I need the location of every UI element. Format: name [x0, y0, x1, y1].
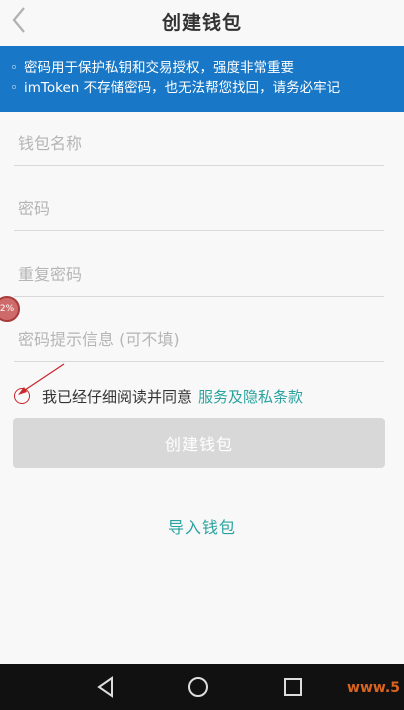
chevron-left-icon — [12, 7, 25, 33]
notice-line: ◦ 密码用于保护私钥和交易授权，强度非常重要 — [10, 58, 404, 78]
security-notice-banner: ◦ 密码用于保护私钥和交易授权，强度非常重要 ◦ imToken 不存储密码，也无法… — [0, 46, 404, 112]
notice-line: ◦ imToken 不存储密码，也无法帮您找回，请务必牢记 — [10, 78, 404, 98]
import-wallet-link[interactable]: 导入钱包 — [0, 514, 404, 538]
notice-text: 密码用于保护私钥和交易授权，强度非常重要 — [24, 60, 294, 76]
notice-text: imToken 不存储密码，也无法帮您找回，请务必牢记 — [24, 80, 341, 96]
agreement-checkbox[interactable] — [14, 388, 30, 404]
wallet-name-input[interactable] — [18, 130, 378, 156]
agreement-row: 我已经仔细阅读并同意 服务及隐私条款 — [14, 384, 394, 408]
bullet-icon: ◦ — [10, 60, 18, 76]
password-hint-field — [14, 314, 384, 362]
agreement-text: 我已经仔细阅读并同意 — [42, 387, 193, 406]
wallet-name-field — [14, 118, 384, 166]
recents-square-icon[interactable] — [281, 675, 305, 699]
repeat-password-input[interactable] — [18, 261, 378, 287]
password-input[interactable] — [18, 195, 378, 221]
bullet-icon: ◦ — [10, 80, 18, 96]
password-field — [14, 183, 384, 231]
password-hint-input[interactable] — [18, 326, 378, 352]
repeat-password-field — [14, 249, 384, 297]
home-circle-icon[interactable] — [186, 675, 210, 699]
terms-link[interactable]: 服务及隐私条款 — [198, 386, 303, 407]
back-button[interactable] — [6, 4, 36, 36]
back-triangle-icon[interactable] — [94, 675, 118, 699]
create-wallet-button[interactable]: 创建钱包 — [13, 418, 385, 468]
app-header: 创建钱包 — [0, 0, 404, 42]
page-title: 创建钱包 — [161, 11, 242, 34]
system-navigation-bar — [0, 664, 404, 710]
watermark: www.5 — [347, 680, 400, 696]
